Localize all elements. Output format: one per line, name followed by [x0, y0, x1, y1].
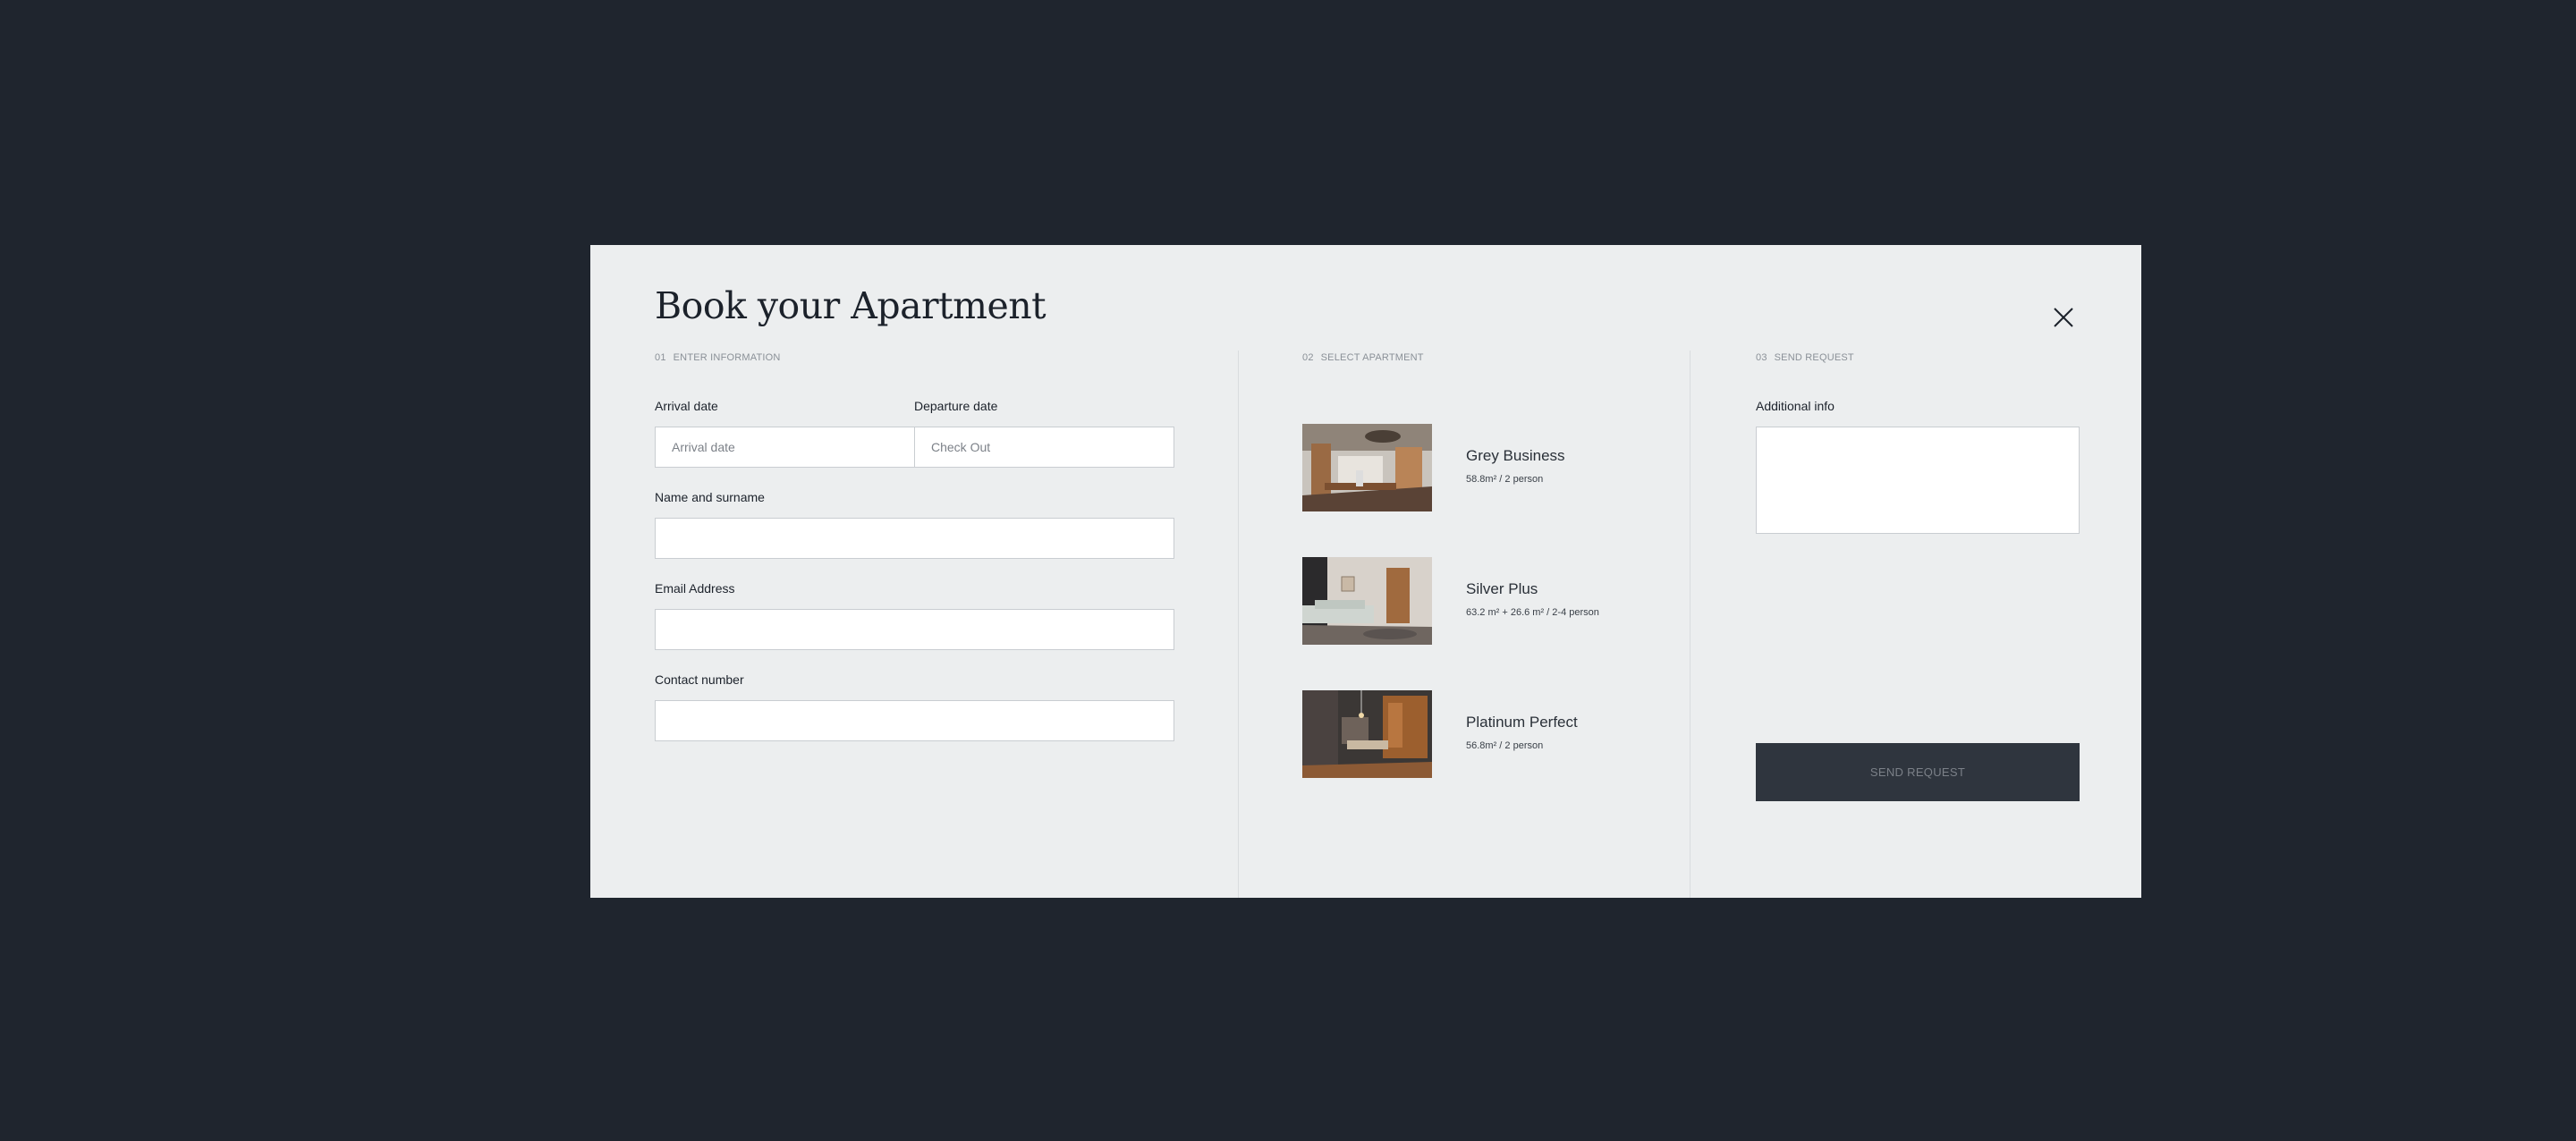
step-number: 02 — [1302, 352, 1314, 363]
step-number: 01 — [655, 352, 666, 363]
step-3-header: 03 SEND REQUEST — [1756, 352, 1854, 363]
apartment-option-silver-plus[interactable]: Silver Plus 63.2 m² + 26.6 m² / 2-4 pers… — [1302, 557, 1678, 645]
apartment-option-platinum-perfect[interactable]: Platinum Perfect 56.8m² / 2 person — [1302, 690, 1678, 778]
contact-number-input[interactable] — [655, 700, 1174, 741]
apartment-name: Platinum Perfect — [1466, 714, 1578, 731]
apartment-spec: 56.8m² / 2 person — [1466, 740, 1544, 751]
apartment-spec: 63.2 m² + 26.6 m² / 2-4 person — [1466, 607, 1599, 618]
departure-date-label: Departure date — [914, 399, 998, 413]
apartment-photo — [1302, 557, 1432, 645]
arrival-date-input[interactable] — [655, 427, 915, 468]
step-number: 03 — [1756, 352, 1767, 363]
booking-modal: Book your Apartment 01 ENTER INFORMATION … — [590, 245, 2141, 898]
apartment-option-grey-business[interactable]: Grey Business 58.8m² / 2 person — [1302, 424, 1678, 511]
step-label: SEND REQUEST — [1774, 352, 1854, 363]
step-label: ENTER INFORMATION — [673, 352, 781, 363]
modal-title: Book your Apartment — [655, 284, 1046, 327]
apartment-name: Grey Business — [1466, 447, 1565, 464]
step-1-header: 01 ENTER INFORMATION — [655, 352, 781, 363]
contact-label: Contact number — [655, 672, 744, 687]
apartment-photo — [1302, 690, 1432, 778]
name-label: Name and surname — [655, 490, 765, 504]
send-request-button[interactable]: SEND REQUEST — [1756, 743, 2080, 801]
email-label: Email Address — [655, 581, 735, 596]
arrival-date-label: Arrival date — [655, 399, 718, 413]
close-icon — [2054, 308, 2073, 327]
email-input[interactable] — [655, 609, 1174, 650]
apartment-spec: 58.8m² / 2 person — [1466, 474, 1544, 485]
step-label: SELECT APARTMENT — [1320, 352, 1424, 363]
step-2-header: 02 SELECT APARTMENT — [1302, 352, 1424, 363]
close-button[interactable] — [2048, 302, 2079, 333]
apartment-photo — [1302, 424, 1432, 511]
additional-info-textarea[interactable] — [1756, 427, 2080, 534]
additional-info-label: Additional info — [1756, 399, 1835, 413]
column-divider — [1238, 351, 1239, 898]
departure-date-input[interactable] — [914, 427, 1174, 468]
apartment-name: Silver Plus — [1466, 580, 1538, 597]
name-input[interactable] — [655, 518, 1174, 559]
